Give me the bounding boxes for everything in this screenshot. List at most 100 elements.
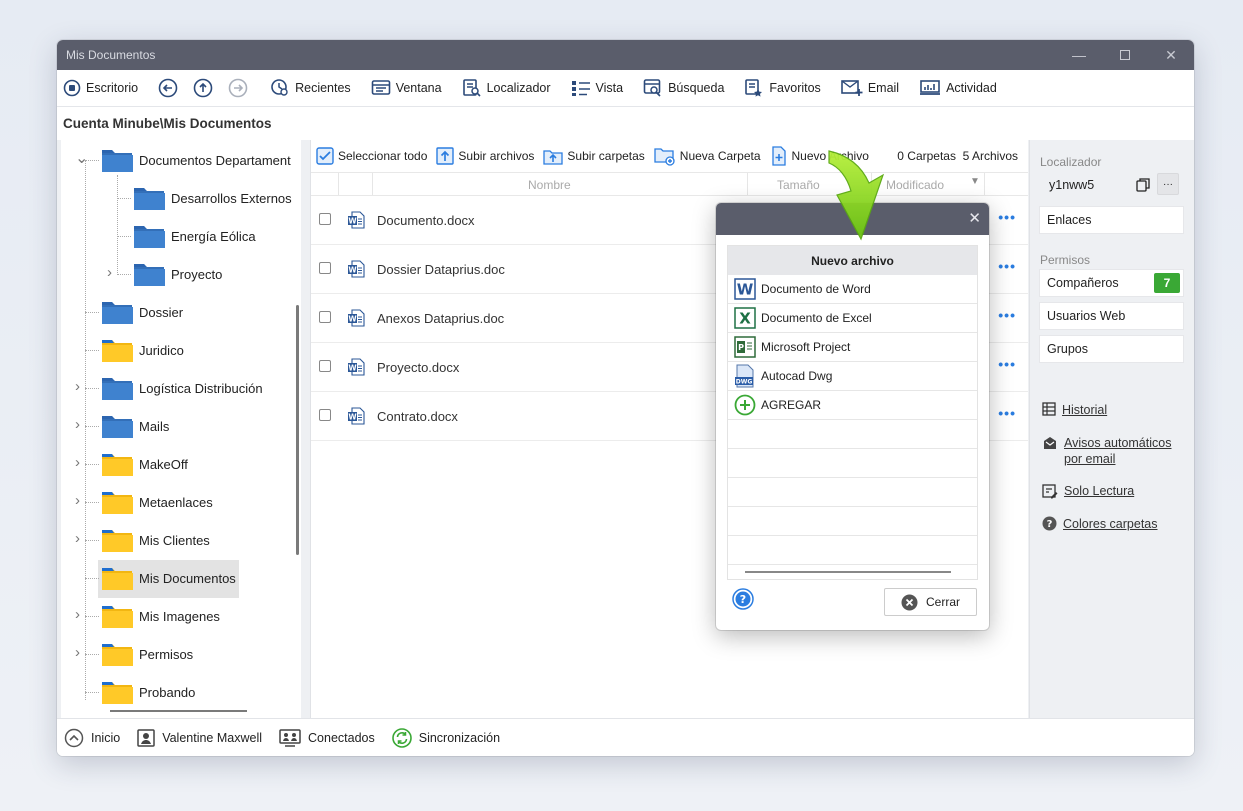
tree-vertical-scrollbar[interactable] <box>296 305 299 555</box>
tree-item[interactable]: Mis Imagenes <box>101 601 220 631</box>
tree-item[interactable]: Mis Documentos <box>101 563 236 593</box>
chevron-right-icon[interactable]: › <box>75 454 80 471</box>
row-checkbox[interactable] <box>319 311 331 323</box>
new-file-option[interactable]: W Documento de Word <box>728 275 977 304</box>
chevron-down-icon[interactable]: ⌄ <box>75 148 88 168</box>
up-button[interactable] <box>193 78 213 98</box>
column-name[interactable]: Nombre <box>528 178 571 192</box>
column-header: Nombre Tamaño Modificado ▼ <box>311 172 1028 196</box>
favoritos-label: Favoritos <box>769 81 821 95</box>
avisos-link[interactable]: Avisos automáticos por email <box>1042 435 1171 467</box>
row-more-button[interactable]: ••• <box>998 258 1016 274</box>
tree-item[interactable]: Permisos <box>101 639 193 669</box>
svg-text:?: ? <box>1047 519 1053 530</box>
row-checkbox[interactable] <box>319 409 331 421</box>
chevron-right-icon[interactable]: › <box>107 264 112 281</box>
companeros-button[interactable]: Compañeros 7 <box>1039 269 1184 297</box>
project-icon: P <box>734 336 761 358</box>
folder-icon <box>133 185 165 211</box>
tree-item[interactable]: Energía Eólica <box>133 221 256 251</box>
localizador-button[interactable]: Localizador <box>462 78 551 98</box>
new-file-option[interactable]: AGREGAR <box>728 391 977 420</box>
new-folder-button[interactable]: Nueva Carpeta <box>654 146 761 166</box>
usuarios-web-button[interactable]: Usuarios Web <box>1039 302 1184 330</box>
recientes-label: Recientes <box>295 81 351 95</box>
localizador-more-button[interactable]: ··· <box>1157 173 1179 195</box>
localizador-field[interactable]: y1nww5 ··· <box>1039 172 1184 198</box>
favoritos-button[interactable]: Favoritos <box>744 78 821 98</box>
tree-item[interactable]: Mails <box>101 411 169 441</box>
inicio-button[interactable]: Inicio <box>64 728 120 748</box>
row-more-button[interactable]: ••• <box>998 307 1016 323</box>
select-all-button[interactable]: Seleccionar todo <box>316 147 427 165</box>
upload-files-button[interactable]: Subir archivos <box>436 147 534 165</box>
recientes-button[interactable]: Recientes <box>270 78 351 98</box>
historial-link[interactable]: Historial <box>1042 402 1107 418</box>
back-button[interactable] <box>158 78 178 98</box>
user-icon <box>137 728 155 747</box>
row-checkbox[interactable] <box>319 213 331 225</box>
maximize-button[interactable] <box>1102 40 1148 70</box>
tree-item[interactable]: Logística Distribución <box>101 373 263 403</box>
email-button[interactable]: Email <box>841 79 899 97</box>
tree-connector <box>85 388 99 389</box>
row-more-button[interactable]: ••• <box>998 356 1016 372</box>
help-icon: ? <box>732 588 754 610</box>
minimize-button[interactable]: — <box>1056 40 1102 70</box>
row-more-button[interactable]: ••• <box>998 405 1016 421</box>
word-doc-icon: W <box>347 211 365 232</box>
tree-connector <box>85 464 99 465</box>
grupos-button[interactable]: Grupos <box>1039 335 1184 363</box>
tree-item[interactable]: Proyecto <box>133 259 222 289</box>
word-doc-icon: W <box>347 407 365 428</box>
chevron-right-icon[interactable]: › <box>75 416 80 433</box>
help-circle-icon: ? <box>1042 516 1057 531</box>
actividad-button[interactable]: Actividad <box>919 79 997 97</box>
arrow-left-icon <box>158 78 178 98</box>
tree-item[interactable]: Desarrollos Externos <box>133 183 292 213</box>
close-window-button[interactable]: ✕ <box>1148 40 1194 70</box>
dialog-close-icon[interactable]: ✕ <box>968 209 981 227</box>
row-checkbox[interactable] <box>319 262 331 274</box>
tree-item[interactable]: Metaenlaces <box>101 487 213 517</box>
copy-icon[interactable] <box>1136 178 1150 192</box>
tree-item[interactable]: Juridico <box>101 335 184 365</box>
dialog-horizontal-scrollbar[interactable] <box>745 571 951 573</box>
content-area: Documentos Departament ⌄ Desarrollos Exter… <box>57 140 1194 718</box>
escritorio-button[interactable]: Escritorio <box>63 79 138 97</box>
chevron-right-icon[interactable]: › <box>75 606 80 623</box>
colores-carpetas-link[interactable]: ? Colores carpetas <box>1042 516 1158 532</box>
user-button[interactable]: Valentine Maxwell <box>137 728 262 747</box>
tree-item[interactable]: MakeOff <box>101 449 188 479</box>
sync-button[interactable]: Sincronización <box>391 727 500 748</box>
enlaces-button[interactable]: Enlaces <box>1039 206 1184 234</box>
cerrar-button[interactable]: Cerrar <box>884 588 977 616</box>
tree-item[interactable]: Dossier <box>101 297 183 327</box>
tree-item[interactable]: Mis Clientes <box>101 525 210 555</box>
row-more-button[interactable]: ••• <box>998 209 1016 225</box>
row-checkbox[interactable] <box>319 360 331 372</box>
ventana-button[interactable]: Ventana <box>371 79 442 97</box>
help-button[interactable]: ? <box>732 588 754 613</box>
sync-icon <box>391 727 412 748</box>
tree-horizontal-scrollbar[interactable] <box>110 710 247 712</box>
conectados-button[interactable]: Conectados <box>279 728 375 747</box>
busqueda-button[interactable]: Búsqueda <box>643 78 724 98</box>
folder-icon <box>101 413 133 439</box>
solo-lectura-link[interactable]: Solo Lectura <box>1042 483 1134 499</box>
column-size[interactable]: Tamaño <box>777 178 820 192</box>
tree-item[interactable]: Probando <box>101 677 195 707</box>
vista-button[interactable]: Vista <box>571 79 623 97</box>
upload-folders-button[interactable]: Subir carpetas <box>543 147 645 165</box>
forward-button[interactable] <box>228 78 248 98</box>
chevron-right-icon[interactable]: › <box>75 492 80 509</box>
new-file-option[interactable]: P Microsoft Project <box>728 333 977 362</box>
tree-item[interactable]: Documentos Departament <box>101 145 291 175</box>
chevron-right-icon[interactable]: › <box>75 530 80 547</box>
chevron-right-icon[interactable]: › <box>75 644 80 661</box>
new-file-option[interactable]: DWG Autocad Dwg <box>728 362 977 391</box>
chevron-right-icon[interactable]: › <box>75 378 80 395</box>
new-file-option[interactable]: X Documento de Excel <box>728 304 977 333</box>
new-file-icon <box>771 146 786 166</box>
sort-dropdown-icon[interactable]: ▼ <box>970 176 980 187</box>
